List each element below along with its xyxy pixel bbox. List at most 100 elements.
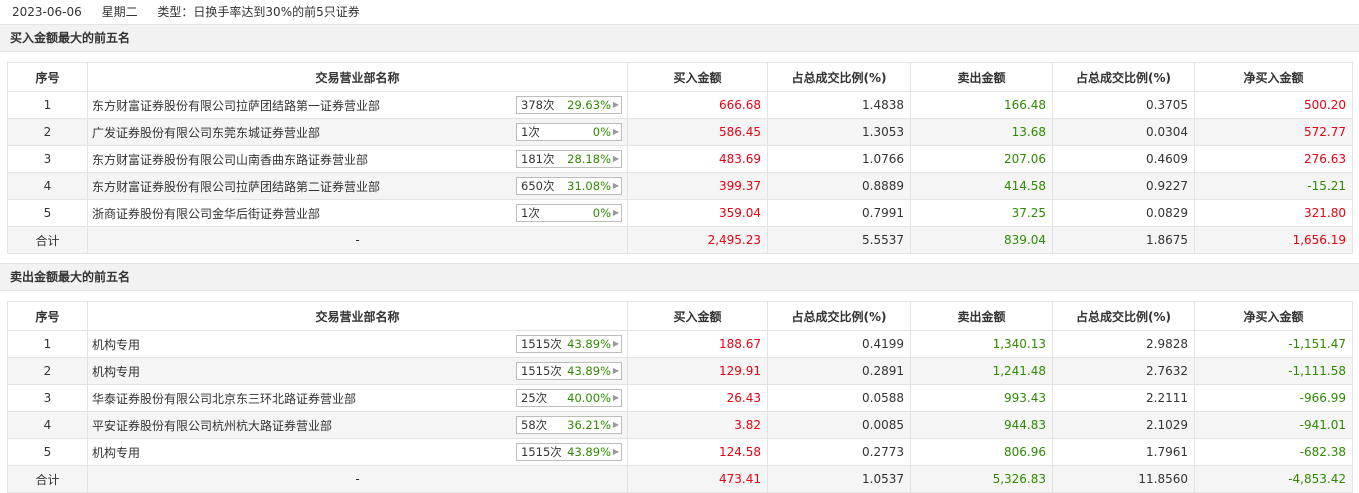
buy-amount: 359.04	[627, 199, 768, 227]
caret-right-icon: ▶	[612, 208, 619, 217]
broker-name-link[interactable]: 东方财富证券股份有限公司拉萨团结路第二证券营业部	[92, 178, 380, 195]
total-sell-amount: 839.04	[910, 226, 1053, 254]
total-sell-ratio: 11.8560	[1052, 465, 1195, 493]
buy-ratio: 0.4199	[767, 330, 911, 358]
row-no: 2	[7, 357, 88, 385]
broker-appearance-count: 181次	[521, 152, 555, 166]
sell-section-title: 卖出金额最大的前五名	[0, 263, 1359, 291]
broker-stats-button[interactable]: 1次 0% ▶	[516, 123, 622, 141]
broker-name-link[interactable]: 东方财富证券股份有限公司拉萨团结路第一证券营业部	[92, 97, 380, 114]
col-header-broker: 交易营业部名称	[87, 62, 628, 92]
buy-amount: 188.67	[627, 330, 768, 358]
broker-stats-button[interactable]: 650次 31.08% ▶	[516, 177, 622, 195]
sell-ratio: 2.1029	[1052, 411, 1195, 439]
net-buy-amount: 500.20	[1194, 91, 1353, 119]
broker-name-link[interactable]: 浙商证券股份有限公司金华后街证券营业部	[92, 205, 320, 222]
broker-stats-button[interactable]: 1515次 43.89% ▶	[516, 362, 622, 380]
col-header-sell-ratio: 占总成交比例(%)	[1052, 301, 1195, 331]
broker-success-rate: 40.00%	[567, 391, 611, 405]
net-buy-amount: -15.21	[1194, 172, 1353, 200]
table-row: 5 浙商证券股份有限公司金华后街证券营业部 1次 0% ▶ 359.04 0.7991 37.…	[7, 199, 1353, 227]
col-header-net: 净买入金额	[1194, 62, 1353, 92]
broker-name-link[interactable]: 广发证券股份有限公司东莞东城证券营业部	[92, 124, 320, 141]
caret-right-icon: ▶	[612, 393, 619, 402]
broker-name-link[interactable]: 东方财富证券股份有限公司山南香曲东路证券营业部	[92, 151, 368, 168]
broker-stats-button[interactable]: 58次 36.21% ▶	[516, 416, 622, 434]
broker-cell: 机构专用 1515次 43.89% ▶	[87, 330, 628, 358]
net-buy-amount: -941.01	[1194, 411, 1353, 439]
row-no: 3	[7, 145, 88, 173]
total-broker-placeholder: -	[87, 465, 628, 493]
sell-amount: 166.48	[910, 91, 1053, 119]
buy-amount: 124.58	[627, 438, 768, 466]
broker-cell: 机构专用 1515次 43.89% ▶	[87, 438, 628, 466]
row-no: 4	[7, 411, 88, 439]
broker-cell: 平安证券股份有限公司杭州杭大路证券营业部 58次 36.21% ▶	[87, 411, 628, 439]
caret-right-icon: ▶	[612, 420, 619, 429]
broker-stats-button[interactable]: 25次 40.00% ▶	[516, 389, 622, 407]
col-header-buy: 买入金额	[627, 62, 768, 92]
trade-weekday: 星期二	[101, 5, 138, 19]
sell-amount: 1,340.13	[910, 330, 1053, 358]
buy-amount: 3.82	[627, 411, 768, 439]
col-header-buy-ratio: 占总成交比例(%)	[767, 62, 911, 92]
table-row: 4 平安证券股份有限公司杭州杭大路证券营业部 58次 36.21% ▶ 3.82 0.008…	[7, 411, 1353, 439]
net-buy-amount: 572.77	[1194, 118, 1353, 146]
broker-appearance-count: 1515次	[521, 445, 562, 459]
caret-right-icon: ▶	[612, 127, 619, 136]
buy-ratio: 0.0085	[767, 411, 911, 439]
total-buy-amount: 473.41	[627, 465, 768, 493]
buy-ratio: 1.0766	[767, 145, 911, 173]
broker-success-rate: 36.21%	[567, 418, 611, 432]
broker-success-rate: 43.89%	[567, 364, 611, 378]
broker-stats-button[interactable]: 1515次 43.89% ▶	[516, 335, 622, 353]
row-no: 5	[7, 438, 88, 466]
total-buy-ratio: 5.5537	[767, 226, 911, 254]
caret-right-icon: ▶	[612, 447, 619, 456]
table-row: 3 东方财富证券股份有限公司山南香曲东路证券营业部 181次 28.18% ▶ 483.6…	[7, 145, 1353, 173]
broker-name-link[interactable]: 机构专用	[92, 363, 140, 380]
broker-appearance-count: 1次	[521, 206, 540, 220]
total-sell-amount: 5,326.83	[910, 465, 1053, 493]
col-header-broker: 交易营业部名称	[87, 301, 628, 331]
net-buy-amount: 276.63	[1194, 145, 1353, 173]
row-no: 2	[7, 118, 88, 146]
broker-stats-button[interactable]: 181次 28.18% ▶	[516, 150, 622, 168]
broker-stats-button[interactable]: 378次 29.63% ▶	[516, 96, 622, 114]
row-no: 1	[7, 330, 88, 358]
total-net-buy: -4,853.42	[1194, 465, 1353, 493]
broker-appearance-count: 25次	[521, 391, 548, 405]
table-row: 3 华泰证券股份有限公司北京东三环北路证券营业部 25次 40.00% ▶ 26.43 0.…	[7, 384, 1353, 412]
broker-success-rate: 43.89%	[567, 445, 611, 459]
col-header-no: 序号	[7, 301, 88, 331]
sell-ratio: 0.9227	[1052, 172, 1195, 200]
net-buy-amount: -1,111.58	[1194, 357, 1353, 385]
sell-ratio: 2.7632	[1052, 357, 1195, 385]
table-header-row: 序号 交易营业部名称 买入金额 占总成交比例(%) 卖出金额 占总成交比例(%)…	[7, 301, 1353, 331]
broker-name-link[interactable]: 机构专用	[92, 336, 140, 353]
col-header-sell: 卖出金额	[910, 301, 1053, 331]
sell-ratio: 1.7961	[1052, 438, 1195, 466]
caret-right-icon: ▶	[612, 154, 619, 163]
broker-success-rate: 0%	[592, 206, 611, 220]
total-broker-placeholder: -	[87, 226, 628, 254]
sell-ratio: 0.0829	[1052, 199, 1195, 227]
sell-amount: 993.43	[910, 384, 1053, 412]
total-label: 合计	[7, 226, 88, 254]
broker-appearance-count: 650次	[521, 179, 555, 193]
broker-appearance-count: 58次	[521, 418, 548, 432]
buy-amount: 399.37	[627, 172, 768, 200]
broker-name-link[interactable]: 平安证券股份有限公司杭州杭大路证券营业部	[92, 417, 332, 434]
broker-name-link[interactable]: 机构专用	[92, 444, 140, 461]
col-header-sell-ratio: 占总成交比例(%)	[1052, 62, 1195, 92]
broker-stats-button[interactable]: 1次 0% ▶	[516, 204, 622, 222]
row-no: 4	[7, 172, 88, 200]
sell-ratio: 0.4609	[1052, 145, 1195, 173]
broker-stats-button[interactable]: 1515次 43.89% ▶	[516, 443, 622, 461]
broker-name-link[interactable]: 华泰证券股份有限公司北京东三环北路证券营业部	[92, 390, 356, 407]
top-info-bar: 2023-06-06 星期二 类型：日换手率达到30%的前5只证券	[0, 0, 1359, 24]
sell-amount: 13.68	[910, 118, 1053, 146]
buy-section-title: 买入金额最大的前五名	[0, 24, 1359, 52]
broker-cell: 广发证券股份有限公司东莞东城证券营业部 1次 0% ▶	[87, 118, 628, 146]
total-label: 合计	[7, 465, 88, 493]
